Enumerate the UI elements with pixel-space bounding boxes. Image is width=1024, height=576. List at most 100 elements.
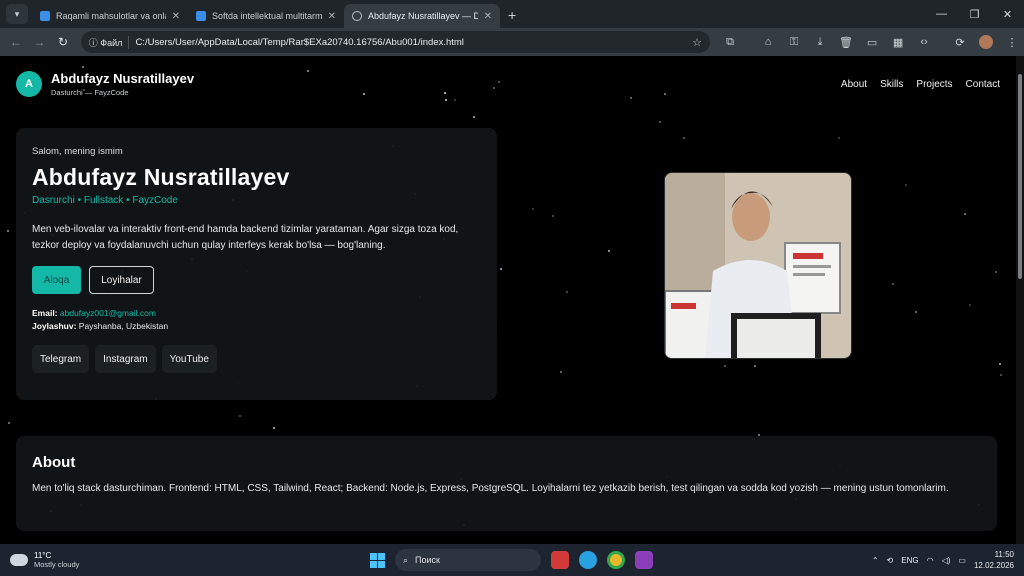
chevron-up-icon[interactable]: ⌃	[872, 556, 879, 565]
telegram-app-icon[interactable]	[579, 551, 597, 569]
new-tab-button[interactable]: +	[508, 7, 516, 23]
star-dot	[964, 213, 966, 215]
system-tray: ⌃ ⟲ ENG ◠ ◁) ▭ 11:50 12.02.2026	[872, 549, 1014, 571]
file-info-chip[interactable]: ⓘ Файл	[89, 35, 130, 49]
star-dot	[532, 208, 534, 210]
star-dot	[754, 365, 756, 367]
scrollbar-thumb[interactable]	[1018, 74, 1022, 279]
wifi-icon[interactable]: ◠	[927, 556, 934, 565]
contact-info: Email: abdufayz001@gmail.com Joylashuv: …	[32, 307, 481, 333]
reload-icon[interactable]: ↻	[51, 30, 75, 54]
weather-widget[interactable]: 11°C Mostly cloudy	[7, 550, 80, 569]
clock[interactable]: 11:50 12.02.2026	[974, 549, 1014, 571]
brand: Abdufayz Nusratillayev Dasturchi — FayzC…	[51, 71, 194, 97]
taskbar-search[interactable]: ⌕ Поиск	[395, 549, 541, 571]
os-taskbar: 11°C Mostly cloudy ⌕ Поиск ⌃ ⟲ ENG ◠ ◁) …	[0, 544, 1024, 576]
hero-card: Salom, mening ismim Abdufayz Nusratillay…	[16, 128, 497, 400]
camera-app-icon[interactable]	[551, 551, 569, 569]
sync-tray-icon[interactable]: ⟲	[887, 556, 894, 565]
web-page: A Abdufayz Nusratillayev Dasturchi — Fay…	[0, 56, 1016, 544]
restore-icon[interactable]: ❐	[958, 0, 991, 28]
about-title: About	[32, 454, 76, 471]
telegram-link[interactable]: Telegram	[32, 345, 90, 373]
location-value: Payshanba, Uzbekistan	[78, 321, 169, 331]
star-dot	[724, 365, 726, 367]
battery-icon[interactable]: ▭	[958, 556, 966, 565]
clock-time: 11:50	[994, 550, 1014, 559]
tab-favicon-icon	[196, 11, 206, 21]
hero-greeting: Salom, mening ismim	[32, 146, 123, 157]
reading-mode-icon[interactable]: ⌂	[756, 31, 780, 53]
sync-icon[interactable]: ⟳	[948, 31, 972, 53]
nav-link-about[interactable]: About	[841, 79, 867, 90]
browser-tab-bar: ▾ Raqamli mahsulotlar va onlayn ✕ Softda…	[0, 0, 1024, 28]
back-arrow-icon[interactable]: ←	[4, 30, 28, 54]
about-section: About Men to'liq stack dasturchiman. Fro…	[16, 436, 997, 531]
close-icon[interactable]: ✕	[172, 11, 180, 22]
close-icon[interactable]: ✕	[328, 11, 336, 22]
bookmark-star-icon[interactable]: ☆	[692, 36, 702, 49]
star-dot	[8, 422, 10, 424]
close-window-icon[interactable]: ✕	[991, 0, 1024, 28]
projects-button[interactable]: Loyihalar	[89, 266, 154, 294]
tab-title: Raqamli mahsulotlar va onlayn	[56, 11, 166, 21]
page-scrollbar[interactable]	[1016, 56, 1024, 544]
puzzle-icon[interactable]: ▦	[886, 31, 910, 53]
hero-description: Men veb-ilovalar va interaktiv front-end…	[32, 224, 459, 251]
star-dot	[473, 116, 475, 118]
search-icon: ⌕	[403, 554, 409, 565]
tab-favicon-icon	[40, 11, 50, 21]
url-text[interactable]: C:/Users/User/AppData/Local/Temp/Rar$EXa…	[135, 37, 686, 48]
search-placeholder: Поиск	[415, 555, 440, 565]
password-key-icon[interactable]: ⚿	[782, 31, 806, 53]
window-controls: — ❐ ✕	[925, 0, 1024, 28]
devtools-icon[interactable]: ‹›	[912, 31, 936, 53]
winrar-app-icon[interactable]	[635, 551, 653, 569]
hero-buttons: Aloqa Loyihalar	[32, 266, 481, 294]
extensions-icon[interactable]: ⧉	[718, 31, 742, 53]
globe-icon	[352, 11, 362, 21]
site-header: A Abdufayz Nusratillayev Dasturchi — Fay…	[0, 56, 1016, 112]
email-link[interactable]: abdufayz001@gmail.com	[60, 308, 156, 318]
profile-avatar[interactable]	[974, 31, 998, 53]
address-bar[interactable]: ⓘ Файл C:/Users/User/AppData/Local/Temp/…	[80, 31, 711, 53]
cast-icon[interactable]: ▭	[860, 31, 884, 53]
nav-link-contact[interactable]: Contact	[966, 79, 1000, 90]
weather-desc: Mostly cloudy	[34, 560, 80, 569]
tab-search-button[interactable]: ▾	[6, 4, 28, 24]
star-dot	[915, 311, 917, 313]
brand-name: Abdufayz Nusratillayev	[51, 71, 195, 86]
youtube-link[interactable]: YouTube	[161, 345, 217, 373]
hero-name: Abdufayz Nusratillayev	[32, 164, 290, 190]
hero-role: Dasrurchi • Fullstack • FayzCode	[32, 195, 178, 206]
clock-date: 12.02.2026	[973, 561, 1014, 570]
download-icon[interactable]: ⤓	[808, 31, 832, 53]
star-dot	[608, 250, 610, 252]
about-text: Men to'liq stack dasturchiman. Frontend:…	[32, 483, 949, 494]
brand-subtitle: Dasturchi — FayzCode	[51, 88, 129, 97]
chrome-app-icon[interactable]	[607, 551, 625, 569]
star-dot	[500, 268, 502, 270]
nav-link-projects[interactable]: Projects	[916, 79, 952, 90]
forward-arrow-icon[interactable]: →	[28, 30, 52, 54]
windows-start-icon[interactable]	[370, 552, 385, 568]
star-dot	[239, 415, 241, 417]
nav-link-skills[interactable]: Skills	[880, 79, 903, 90]
contact-button[interactable]: Aloqa	[32, 266, 81, 294]
close-icon[interactable]: ✕	[484, 11, 492, 22]
volume-icon[interactable]: ◁)	[942, 556, 951, 565]
trash-icon[interactable]: 🗑	[834, 31, 858, 53]
browser-tab-2[interactable]: Softda intellektual multitarmoq ✕	[188, 4, 344, 28]
instagram-link[interactable]: Instagram	[95, 345, 156, 373]
browser-tab-1[interactable]: Raqamli mahsulotlar va onlayn ✕	[32, 4, 188, 28]
star-dot	[905, 184, 907, 186]
taskbar-apps: ⌕ Поиск	[370, 549, 653, 571]
minimize-icon[interactable]: —	[925, 0, 958, 28]
star-dot	[7, 230, 9, 232]
more-menu-icon[interactable]: ⋮	[1000, 31, 1024, 53]
browser-toolbar: ← → ↻ ⓘ Файл C:/Users/User/AppData/Local…	[0, 28, 1024, 56]
location-label: Joylashuv:	[32, 321, 77, 331]
language-indicator[interactable]: ENG	[901, 556, 918, 565]
logo-avatar[interactable]: A	[16, 71, 42, 97]
browser-tab-3[interactable]: Abdufayz Nusratillayev — Das ✕	[344, 4, 500, 28]
